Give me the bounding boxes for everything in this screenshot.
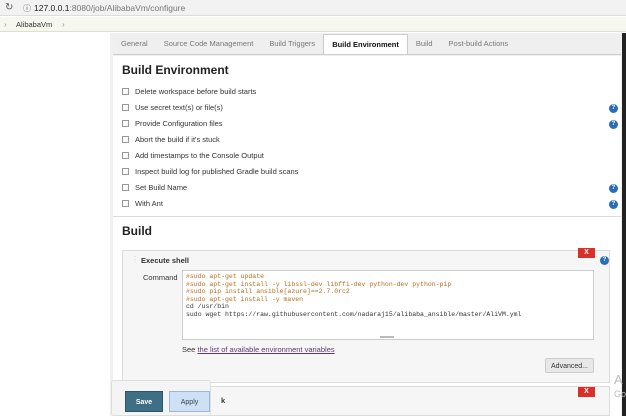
step-title: Execute shell	[141, 256, 189, 265]
option-label: Abort the build if it's stuck	[135, 135, 220, 144]
checkbox[interactable]	[122, 168, 129, 175]
resize-handle[interactable]	[380, 336, 394, 338]
command-line: #sudo pip install ansible[azure]==2.7.0r…	[186, 288, 350, 295]
build-environment-heading: Build Environment	[122, 63, 229, 77]
checkbox[interactable]	[122, 184, 129, 191]
option-label: Add timestamps to the Console Output	[135, 151, 264, 160]
command-label: Command	[143, 273, 178, 282]
reload-icon[interactable]: ↻	[5, 2, 13, 13]
env-vars-link[interactable]: the list of available environment variab…	[197, 345, 334, 354]
command-line: #sudo apt-get install -y maven	[186, 295, 304, 303]
checkbox[interactable]	[122, 152, 129, 159]
option-label: Use secret text(s) or file(s)	[135, 103, 223, 112]
build-heading: Build	[122, 224, 152, 238]
option-label: With Ant	[135, 199, 163, 208]
help-icon[interactable]: ?	[600, 256, 609, 265]
help-icon[interactable]: ?	[609, 200, 618, 209]
checkbox[interactable]	[122, 120, 129, 127]
next-step-title: k	[221, 396, 226, 405]
command-textarea[interactable]: #sudo apt-get update #sudo apt-get instal…	[182, 270, 594, 340]
drag-handle-icon[interactable]: ⋮	[131, 255, 139, 264]
option-checkbox[interactable]: Add timestamps to the Console Output	[122, 151, 264, 160]
address-bar[interactable]: ↻ ⓘ 127.0.0.1:8080/job/AlibabaVm/configu…	[0, 0, 626, 16]
option-checkbox[interactable]: Set Build Name	[122, 183, 187, 192]
option-checkbox[interactable]: Provide Configuration files	[122, 119, 223, 128]
breadcrumb-separator[interactable]: ›	[62, 20, 65, 29]
help-icon[interactable]: ?	[609, 104, 618, 113]
window-edge	[622, 33, 626, 416]
option-checkbox[interactable]: With Ant	[122, 199, 163, 208]
url-text[interactable]: 127.0.0.1:8080/job/AlibabaVm/configure	[34, 3, 185, 13]
tab-build-environment[interactable]: Build Environment	[323, 34, 408, 54]
tab-build[interactable]: Build	[408, 34, 441, 54]
option-checkbox[interactable]: Abort the build if it's stuck	[122, 135, 220, 144]
tab-post-build-actions[interactable]: Post-build Actions	[441, 34, 517, 54]
info-icon[interactable]: ⓘ	[23, 3, 31, 14]
option-label: Inspect build log for published Gradle b…	[135, 167, 299, 176]
tab-source-code-management[interactable]: Source Code Management	[156, 34, 262, 54]
delete-step-button[interactable]: X	[578, 387, 595, 397]
advanced-button[interactable]: Advanced...	[545, 358, 594, 373]
watermark: Go	[614, 389, 626, 399]
delete-step-button[interactable]: X	[578, 248, 595, 258]
save-button[interactable]: Save	[125, 391, 163, 412]
checkbox[interactable]	[122, 136, 129, 143]
command-line: #sudo apt-get update	[186, 273, 265, 280]
sidebar	[0, 33, 110, 416]
watermark: A	[614, 372, 623, 387]
apply-button[interactable]: Apply	[169, 391, 210, 412]
option-label: Provide Configuration files	[135, 119, 223, 128]
command-line: sudo wget https://raw.githubusercontent.…	[186, 310, 522, 318]
divider	[113, 216, 621, 217]
breadcrumb-job[interactable]: AlibabaVm	[16, 20, 52, 29]
option-label: Delete workspace before build starts	[135, 87, 257, 96]
option-checkbox[interactable]: Inspect build log for published Gradle b…	[122, 167, 298, 176]
checkbox[interactable]	[122, 200, 129, 207]
breadcrumb: › AlibabaVm ›	[0, 17, 626, 32]
tab-build-triggers[interactable]: Build Triggers	[261, 34, 323, 54]
checkbox[interactable]	[122, 88, 129, 95]
help-icon[interactable]: ?	[609, 120, 618, 129]
checkbox[interactable]	[122, 104, 129, 111]
config-tabs: General Source Code Management Build Tri…	[113, 34, 621, 55]
option-checkbox[interactable]: Use secret text(s) or file(s)	[122, 103, 223, 112]
option-label: Set Build Name	[135, 183, 188, 192]
help-icon[interactable]: ?	[609, 184, 618, 193]
env-vars-hint: See the list of available environment va…	[182, 345, 335, 354]
option-checkbox[interactable]: Delete workspace before build starts	[122, 87, 256, 96]
command-line: #sudo apt-get install -y libssl-dev libf…	[186, 280, 452, 288]
tab-general[interactable]: General	[113, 34, 156, 54]
command-line: cd /usr/bin	[186, 303, 229, 310]
